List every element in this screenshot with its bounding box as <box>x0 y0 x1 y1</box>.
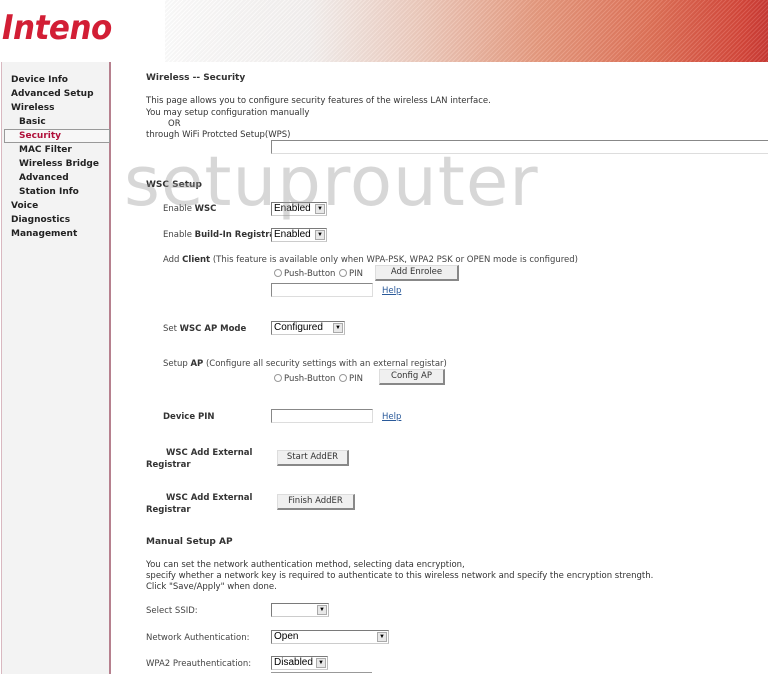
setup-ap-push-button-radio[interactable]: Push-Button <box>274 374 335 384</box>
intro-line-2: You may setup configuration manually <box>146 108 310 118</box>
chevron-down-icon: ▼ <box>316 658 326 668</box>
wpa2-preauth-value: Disabled <box>274 657 313 668</box>
setup-ap-label: Setup AP (Configure all security setting… <box>163 359 447 369</box>
device-pin-label: Device PIN <box>163 412 215 422</box>
device-pin-help-link[interactable]: Help <box>382 412 401 422</box>
enable-wsc-bold: WSC <box>194 204 217 214</box>
intro-line-1: This page allows you to configure securi… <box>146 96 491 106</box>
setup-ap-bold: AP <box>190 359 204 369</box>
device-pin-input[interactable] <box>271 409 373 423</box>
sidebar-menu: Device Info Advanced Setup Wireless Basic Se… <box>2 73 110 241</box>
add-client-prefix: Add <box>163 255 183 265</box>
config-ap-button[interactable]: Config AP <box>379 369 445 385</box>
wps-info-field <box>271 140 768 154</box>
wsc-ap-mode-select[interactable]: Configured ▼ <box>271 321 345 335</box>
wsc-setup-heading: WSC Setup <box>146 180 202 190</box>
sidebar: Device Info Advanced Setup Wireless Basic Se… <box>1 62 111 674</box>
manual-desc-line-2: specify whether a network key is require… <box>146 571 654 581</box>
enable-wsc-prefix: Enable <box>163 204 195 214</box>
radio-icon <box>274 269 282 277</box>
wpa2-preauth-select[interactable]: Disabled ▼ <box>271 656 328 670</box>
select-ssid-label: Select SSID: <box>146 606 198 616</box>
sidebar-item-management[interactable]: Management <box>2 227 110 241</box>
ap-mode-value: Configured <box>274 322 323 333</box>
enable-wsc-label: Enable WSC <box>163 204 216 214</box>
enable-registrar-value: Enabled <box>274 229 311 240</box>
ap-mode-bold: WSC AP Mode <box>179 324 247 334</box>
external-registrar-2-line2: Registrar <box>146 505 191 515</box>
enable-registrar-label: Enable Build-In Registrar <box>163 230 279 240</box>
divider <box>271 672 372 673</box>
chevron-down-icon: ▼ <box>333 323 343 333</box>
header-banner: Inteno <box>0 0 768 62</box>
start-adder-button[interactable]: Start AddER <box>277 450 349 466</box>
add-client-push-button-radio[interactable]: Push-Button <box>274 269 335 279</box>
manual-desc-line-3: Click "Save/Apply" when done. <box>146 582 277 592</box>
select-ssid-select[interactable]: ▼ <box>271 603 329 617</box>
sidebar-item-security[interactable]: Security <box>4 129 110 143</box>
page-title: Wireless -- Security <box>146 73 246 83</box>
external-registrar-1-line1: WSC Add External <box>166 448 253 458</box>
client-pin-input[interactable] <box>271 283 373 297</box>
chevron-down-icon: ▼ <box>315 230 325 240</box>
sidebar-item-advanced-setup[interactable]: Advanced Setup <box>2 87 110 101</box>
inteno-logo: Inteno <box>2 8 112 48</box>
ap-mode-prefix: Set <box>163 324 180 334</box>
setup-ap-note: (Configure all security settings with an… <box>203 359 447 369</box>
intro-or: OR <box>168 119 181 129</box>
logo-area: Inteno <box>0 0 165 62</box>
sidebar-item-wireless-bridge[interactable]: Wireless Bridge <box>2 157 110 171</box>
enable-wsc-select[interactable]: Enabled ▼ <box>271 202 327 216</box>
network-auth-label: Network Authentication: <box>146 633 250 643</box>
enable-registrar-prefix: Enable <box>163 230 195 240</box>
add-client-note: (This feature is available only when WPA… <box>210 255 578 265</box>
sidebar-item-basic[interactable]: Basic <box>2 115 110 129</box>
setup-ap-prefix: Setup <box>163 359 191 369</box>
external-registrar-1-line2: Registrar <box>146 460 191 470</box>
push-button-label: Push-Button <box>284 269 336 279</box>
add-client-help-link[interactable]: Help <box>382 286 401 296</box>
add-client-pin-radio[interactable]: PIN <box>339 269 363 279</box>
external-registrar-2-line1: WSC Add External <box>166 493 253 503</box>
network-auth-select[interactable]: Open ▼ <box>271 630 389 644</box>
push-button-label: Push-Button <box>284 374 336 384</box>
radio-icon <box>339 269 347 277</box>
finish-adder-button[interactable]: Finish AddER <box>277 494 355 510</box>
pin-label: PIN <box>349 374 363 384</box>
add-enrolee-button[interactable]: Add Enrolee <box>375 265 459 281</box>
add-client-label: Add Client (This feature is available on… <box>163 255 578 265</box>
enable-registrar-select[interactable]: Enabled ▼ <box>271 228 327 242</box>
sidebar-item-device-info[interactable]: Device Info <box>2 73 110 87</box>
wpa2-preauth-label: WPA2 Preauthentication: <box>146 659 252 669</box>
enable-registrar-bold: Build-In Registrar <box>194 230 280 240</box>
ap-mode-label: Set WSC AP Mode <box>163 324 246 334</box>
setup-ap-pin-radio[interactable]: PIN <box>339 374 363 384</box>
sidebar-item-station-info[interactable]: Station Info <box>2 185 110 199</box>
radio-icon <box>274 374 282 382</box>
network-auth-value: Open <box>274 631 299 642</box>
enable-wsc-value: Enabled <box>274 203 311 214</box>
main-content: Wireless -- Security This page allows yo… <box>146 62 768 674</box>
chevron-down-icon: ▼ <box>315 204 325 214</box>
sidebar-item-diagnostics[interactable]: Diagnostics <box>2 213 110 227</box>
sidebar-item-advanced[interactable]: Advanced <box>2 171 110 185</box>
sidebar-item-voice[interactable]: Voice <box>2 199 110 213</box>
radio-icon <box>339 374 347 382</box>
manual-desc-line-1: You can set the network authentication m… <box>146 560 465 570</box>
manual-setup-heading: Manual Setup AP <box>146 537 233 547</box>
sidebar-item-wireless[interactable]: Wireless <box>2 101 110 115</box>
add-client-bold: Client <box>182 255 211 265</box>
chevron-down-icon: ▼ <box>317 605 327 615</box>
pin-label: PIN <box>349 269 363 279</box>
chevron-down-icon: ▼ <box>377 632 387 642</box>
sidebar-item-mac-filter[interactable]: MAC Filter <box>2 143 110 157</box>
intro-line-3: through WiFi Protcted Setup(WPS) <box>146 130 291 140</box>
